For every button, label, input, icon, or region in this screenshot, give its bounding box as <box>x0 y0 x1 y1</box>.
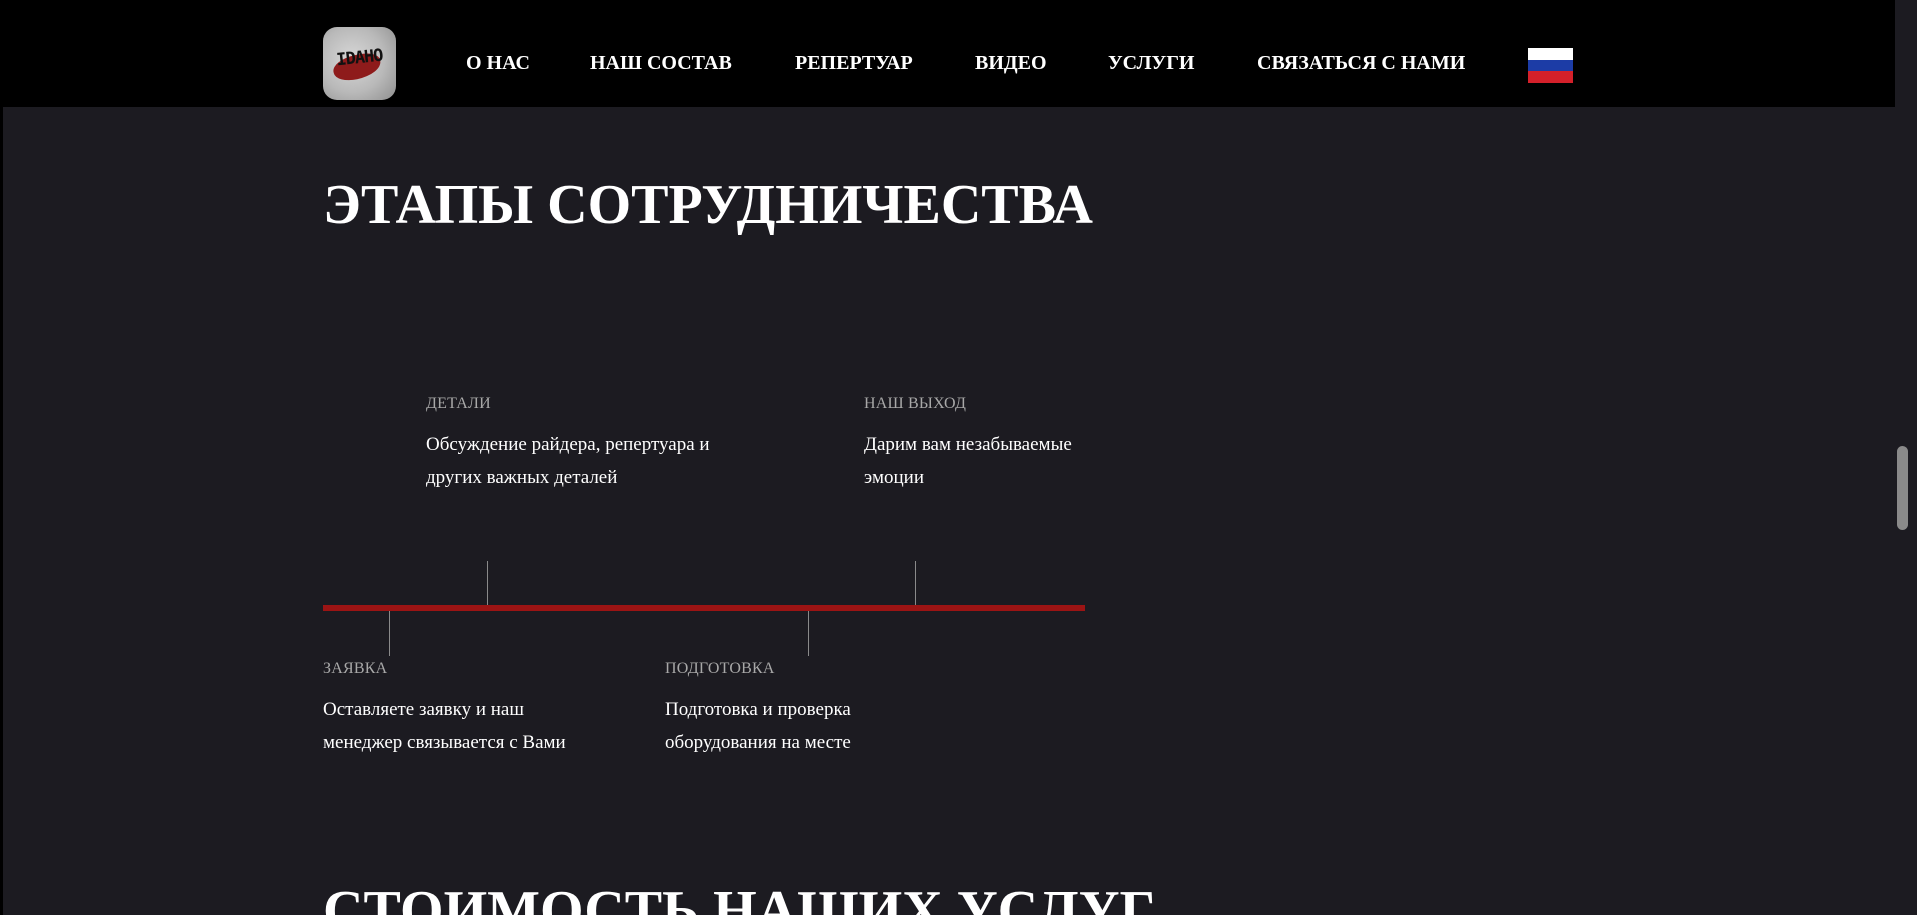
timeline-bar <box>323 605 1085 611</box>
window-edge <box>0 0 3 915</box>
step-text-request: Оставляете заявку и наш менеджер связыва… <box>323 699 566 753</box>
step-label-details: ДЕТАЛИ <box>426 395 491 412</box>
nav-contact[interactable]: СВЯЗАТЬСЯ С НАМИ <box>1257 52 1465 75</box>
section-title-stages: ЭТАПЫ СОТРУДНИЧЕСТВА <box>323 174 1093 236</box>
timeline-tick-details <box>487 561 488 605</box>
step-text-preparation: Подготовка и проверка оборудования на ме… <box>665 699 851 753</box>
flag-stripe-red <box>1528 71 1573 83</box>
section-title-pricing: СТОИМОСТЬ НАШИХ УСЛУГ <box>323 880 1156 915</box>
nav-about[interactable]: О НАС <box>466 52 530 75</box>
logo[interactable]: IDAHO <box>323 27 396 100</box>
step-label-request: ЗАЯВКА <box>323 660 388 677</box>
timeline-tick-preparation <box>808 611 809 656</box>
logo-text: IDAHO <box>335 45 384 71</box>
step-text-performance: Дарим вам незабываемые эмоции <box>864 434 1072 488</box>
nav-lineup[interactable]: НАШ СОСТАВ <box>590 52 732 75</box>
step-text-details: Обсуждение райдера, репертуара и других … <box>426 434 710 488</box>
russian-flag-icon[interactable] <box>1528 48 1573 83</box>
scrollbar-thumb[interactable] <box>1897 446 1908 530</box>
timeline-tick-request <box>389 611 390 656</box>
header: IDAHO О НАС НАШ СОСТАВ РЕПЕРТУАР ВИДЕО У… <box>0 0 1895 107</box>
page: IDAHO О НАС НАШ СОСТАВ РЕПЕРТУАР ВИДЕО У… <box>0 0 1917 915</box>
nav-video[interactable]: ВИДЕО <box>975 52 1047 75</box>
flag-stripe-blue <box>1528 59 1573 72</box>
flag-stripe-white <box>1528 48 1573 60</box>
nav-services[interactable]: УСЛУГИ <box>1108 52 1194 75</box>
timeline-tick-performance <box>915 561 916 605</box>
nav-repertoire[interactable]: РЕПЕРТУАР <box>795 52 913 75</box>
step-label-performance: НАШ ВЫХОД <box>864 395 967 412</box>
step-label-preparation: ПОДГОТОВКА <box>665 660 775 677</box>
